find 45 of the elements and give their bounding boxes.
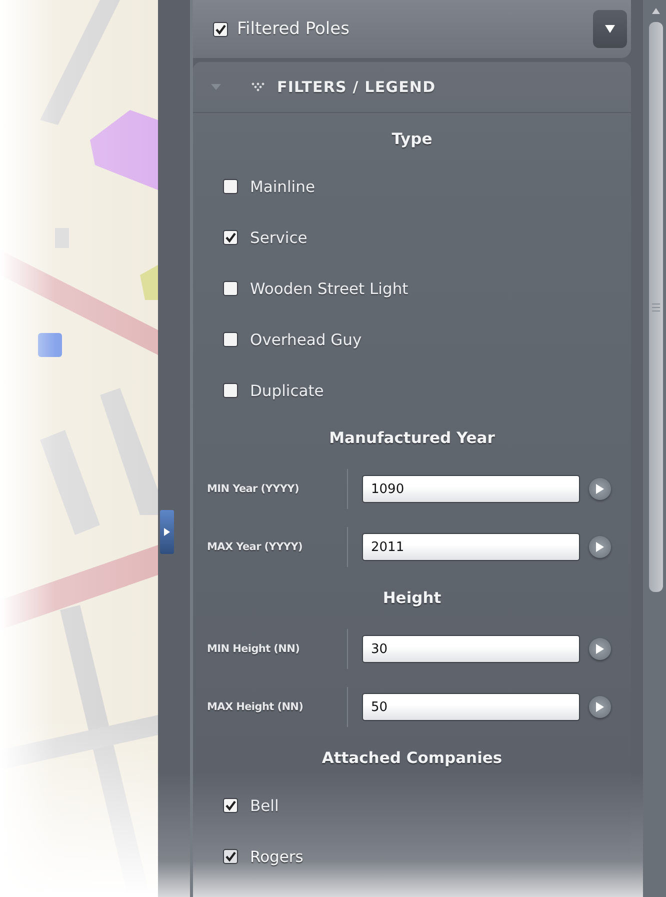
- option-label: Wooden Street Light: [250, 280, 408, 298]
- group-title: Manufactured Year: [329, 429, 495, 447]
- checkbox[interactable]: [213, 22, 228, 36]
- play-icon: [596, 702, 604, 712]
- option-label: Mainline: [250, 178, 315, 196]
- input-field[interactable]: 2011: [362, 533, 580, 561]
- checkbox[interactable]: [223, 230, 238, 245]
- input-field[interactable]: 30: [362, 635, 580, 663]
- group-title: Type: [392, 130, 432, 148]
- play-icon: [596, 484, 604, 494]
- option-label: Overhead Guy: [250, 330, 362, 348]
- checkbox[interactable]: [223, 332, 238, 347]
- option-label: Service: [250, 228, 308, 246]
- checkbox[interactable]: [223, 383, 238, 398]
- go-button[interactable]: [589, 478, 611, 500]
- expand-tab[interactable]: [160, 510, 174, 554]
- input-field[interactable]: 50: [362, 693, 580, 721]
- section-title: FILTERS / LEGEND: [277, 78, 436, 96]
- scroll-up-icon[interactable]: [652, 8, 660, 14]
- caret-icon: [605, 25, 615, 33]
- filter-icon: [251, 82, 265, 92]
- grip-icon: [652, 302, 660, 312]
- go-button[interactable]: [589, 536, 611, 558]
- field-label: MAX Height (NN): [207, 701, 304, 713]
- input-field[interactable]: 1090: [362, 475, 580, 503]
- scrollbar[interactable]: [643, 0, 666, 897]
- play-icon: [164, 528, 170, 536]
- checkbox[interactable]: [223, 798, 238, 813]
- field-label: MIN Year (YYYY): [207, 483, 300, 495]
- option-label: Duplicate: [250, 382, 324, 400]
- checkbox[interactable]: [223, 849, 238, 864]
- checkbox[interactable]: [223, 281, 238, 296]
- option-label: Rogers: [250, 848, 304, 866]
- dropdown-button[interactable]: [593, 10, 627, 48]
- field-label: MAX Year (YYYY): [207, 541, 304, 553]
- field-label: MIN Height (NN): [207, 643, 301, 655]
- layer-title: Filtered Poles: [237, 19, 350, 39]
- option-label: Bell: [250, 796, 279, 814]
- checkbox[interactable]: [223, 179, 238, 194]
- play-icon: [596, 542, 604, 552]
- group-title: Attached Companies: [322, 749, 502, 767]
- group-title: Height: [382, 589, 442, 607]
- go-button[interactable]: [589, 696, 611, 718]
- play-icon: [596, 644, 604, 654]
- go-button[interactable]: [589, 638, 611, 660]
